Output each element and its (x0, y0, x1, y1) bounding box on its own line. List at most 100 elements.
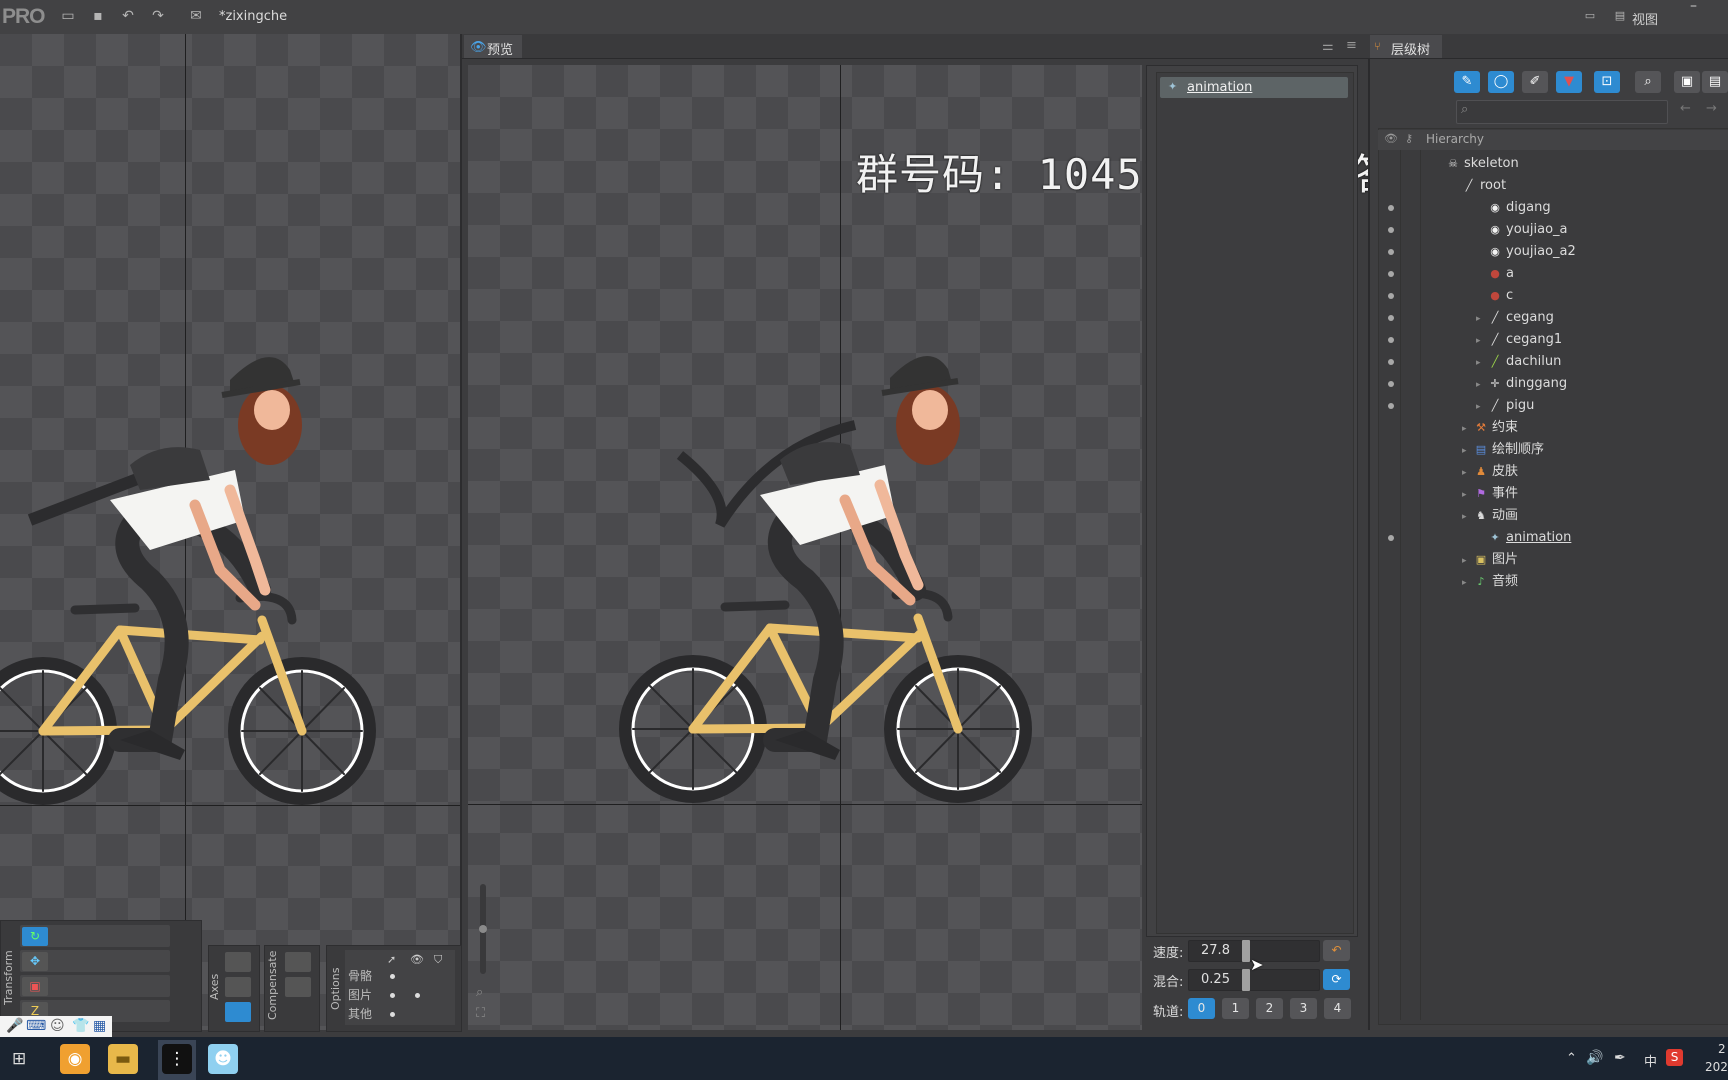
tree-row[interactable]: ▸ ⚒ 约束 (1462, 418, 1518, 438)
keyboard-icon[interactable]: ⌨ (26, 1018, 46, 1034)
taskbar-app-media[interactable]: ☻ (208, 1044, 238, 1074)
visibility-toggle[interactable] (1388, 535, 1394, 541)
tree-row[interactable]: ◉ digang (1476, 198, 1550, 218)
collapse-icon[interactable]: ▣ (1674, 71, 1700, 93)
expand-arrow-icon[interactable]: ▸ (1476, 375, 1488, 395)
tree-row[interactable]: ▸ ⚑ 事件 (1462, 484, 1518, 504)
translate-icon[interactable]: ✥ (22, 952, 48, 971)
mix-slider-handle[interactable] (1242, 969, 1250, 991)
scale-icon[interactable]: ▣ (22, 977, 48, 996)
tree-row[interactable]: ● c (1476, 286, 1513, 306)
back-arrow-icon[interactable]: ← (1680, 101, 1691, 116)
tree-row[interactable]: ▸ ✛ dinggang (1476, 374, 1567, 394)
expand-icon[interactable]: ▤ (1702, 71, 1728, 93)
expand-arrow-icon[interactable]: ▸ (1462, 573, 1474, 593)
tray-chevron-icon[interactable]: ⌃ (1566, 1051, 1577, 1066)
person-icon[interactable]: ☺ (50, 1018, 65, 1034)
taskbar-app-explorer[interactable]: ▬ (108, 1044, 138, 1074)
expand-arrow-icon[interactable]: ▸ (1476, 353, 1488, 373)
expand-arrow-icon[interactable]: ▸ (1462, 419, 1474, 439)
taskbar-app-spine[interactable]: ⋮ (162, 1044, 192, 1074)
axes-parent-button[interactable] (225, 977, 251, 997)
pen-icon[interactable]: ✒ (1614, 1050, 1626, 1066)
expand-arrow-icon[interactable]: ▸ (1476, 397, 1488, 417)
tree-row[interactable]: ▸ ╱ pigu (1476, 396, 1534, 416)
axes-world-button[interactable] (225, 1002, 251, 1022)
option-checkbox[interactable] (390, 993, 395, 998)
filter-tool-icon[interactable]: ▼ (1556, 71, 1582, 93)
compensate-bones-button[interactable] (285, 952, 311, 972)
menu-icon[interactable]: ≡ (1346, 38, 1357, 53)
task-view-icon[interactable]: ⊞ (12, 1049, 26, 1069)
expand-arrow-icon[interactable]: ▸ (1462, 485, 1474, 505)
tree-row[interactable]: ▸ ╱ cegang1 (1476, 330, 1562, 350)
clock-date[interactable]: 202 (1705, 1060, 1728, 1074)
visibility-toggle[interactable] (1388, 271, 1394, 277)
tree-row[interactable]: ✦ animation (1476, 528, 1571, 548)
slot-tool-icon[interactable]: ◯ (1488, 71, 1514, 93)
option-checkbox[interactable] (390, 974, 395, 979)
reverse-icon[interactable]: ↶ (1323, 940, 1350, 961)
expand-arrow-icon[interactable]: ▸ (1462, 463, 1474, 483)
pencil-tool-icon[interactable]: ✐ (1522, 71, 1548, 93)
sogou-icon[interactable]: S (1666, 1049, 1683, 1066)
visibility-toggle[interactable] (1388, 381, 1394, 387)
open-icon[interactable]: ▭ (60, 9, 76, 23)
tree-row[interactable]: ◉ youjiao_a (1476, 220, 1567, 240)
tree-row[interactable]: ╱ root (1462, 176, 1506, 196)
loop-icon[interactable]: ⟳ (1323, 969, 1350, 990)
tree-row[interactable]: ▸ ▣ 图片 (1462, 550, 1518, 570)
minimize-icon[interactable]: – (1690, 0, 1706, 13)
track-button-4[interactable]: 4 (1324, 998, 1351, 1019)
find-tool-icon[interactable]: ⌕ (1635, 71, 1661, 93)
save-icon[interactable]: ▪ (90, 9, 106, 23)
fit-view-icon[interactable]: ⛶ (476, 1006, 485, 1021)
tree-row[interactable]: ◉ youjiao_a2 (1476, 242, 1576, 262)
expand-arrow-icon[interactable]: ▸ (1476, 331, 1488, 351)
visibility-toggle[interactable] (1388, 205, 1394, 211)
zoom-slider-handle[interactable] (479, 925, 487, 933)
tree-row[interactable]: ▸ ╱ cegang (1476, 308, 1554, 328)
tree-row[interactable]: ● a (1476, 264, 1514, 284)
visibility-toggle[interactable] (1388, 249, 1394, 255)
window-icon[interactable]: ▭ (1582, 9, 1598, 23)
expand-arrow-icon[interactable]: ▸ (1476, 309, 1488, 329)
forward-arrow-icon[interactable]: → (1706, 101, 1717, 116)
clock-time[interactable]: 2 (1718, 1042, 1726, 1056)
option-checkbox[interactable] (415, 993, 420, 998)
taskbar-app-browser[interactable]: ◉ (60, 1044, 90, 1074)
tree-row[interactable]: ▸ ▤ 绘制顺序 (1462, 440, 1544, 460)
ime-indicator[interactable]: 中 (1644, 1051, 1657, 1070)
option-checkbox[interactable] (390, 1012, 395, 1017)
tree-row[interactable]: ▸ ♟ 皮肤 (1462, 462, 1518, 482)
bone-tool-icon[interactable]: ✎ (1454, 71, 1480, 93)
track-button-3[interactable]: 3 (1290, 998, 1317, 1019)
undo-icon[interactable]: ↶ (120, 9, 136, 23)
tree-row[interactable]: ▸ ♪ 音频 (1462, 572, 1518, 592)
visibility-toggle[interactable] (1388, 293, 1394, 299)
view-menu[interactable]: 视图 (1632, 9, 1658, 28)
settings-sliders-icon[interactable]: ⚌ (1322, 39, 1334, 54)
tree-row[interactable]: ☠ skeleton (1446, 154, 1519, 174)
cyclist-figure-preview[interactable] (600, 345, 1040, 805)
mic-icon[interactable]: 🎤 (6, 1018, 23, 1034)
tree-row[interactable]: ▸ ♞ 动画 (1462, 506, 1518, 526)
grid-icon[interactable]: ▦ (93, 1018, 106, 1034)
track-button-2[interactable]: 2 (1256, 998, 1283, 1019)
tree-search-input[interactable] (1456, 100, 1668, 124)
track-button-0[interactable]: 0 (1188, 998, 1215, 1019)
axes-local-button[interactable] (225, 952, 251, 972)
expand-arrow-icon[interactable]: ▸ (1462, 507, 1474, 527)
rotate-icon[interactable]: ↻ (22, 927, 48, 946)
speed-slider-handle[interactable] (1242, 940, 1250, 962)
cyclist-figure-main[interactable] (0, 340, 400, 810)
frame-tool-icon[interactable]: ⊡ (1594, 71, 1620, 93)
shirt-icon[interactable]: 👕 (72, 1018, 89, 1034)
compensate-images-button[interactable] (285, 977, 311, 997)
expand-arrow-icon[interactable]: ▸ (1462, 441, 1474, 461)
visibility-toggle[interactable] (1388, 315, 1394, 321)
visibility-toggle[interactable] (1388, 227, 1394, 233)
visibility-toggle[interactable] (1388, 403, 1394, 409)
track-button-1[interactable]: 1 (1222, 998, 1249, 1019)
zoom-icon[interactable]: ⌕ (476, 985, 483, 1000)
